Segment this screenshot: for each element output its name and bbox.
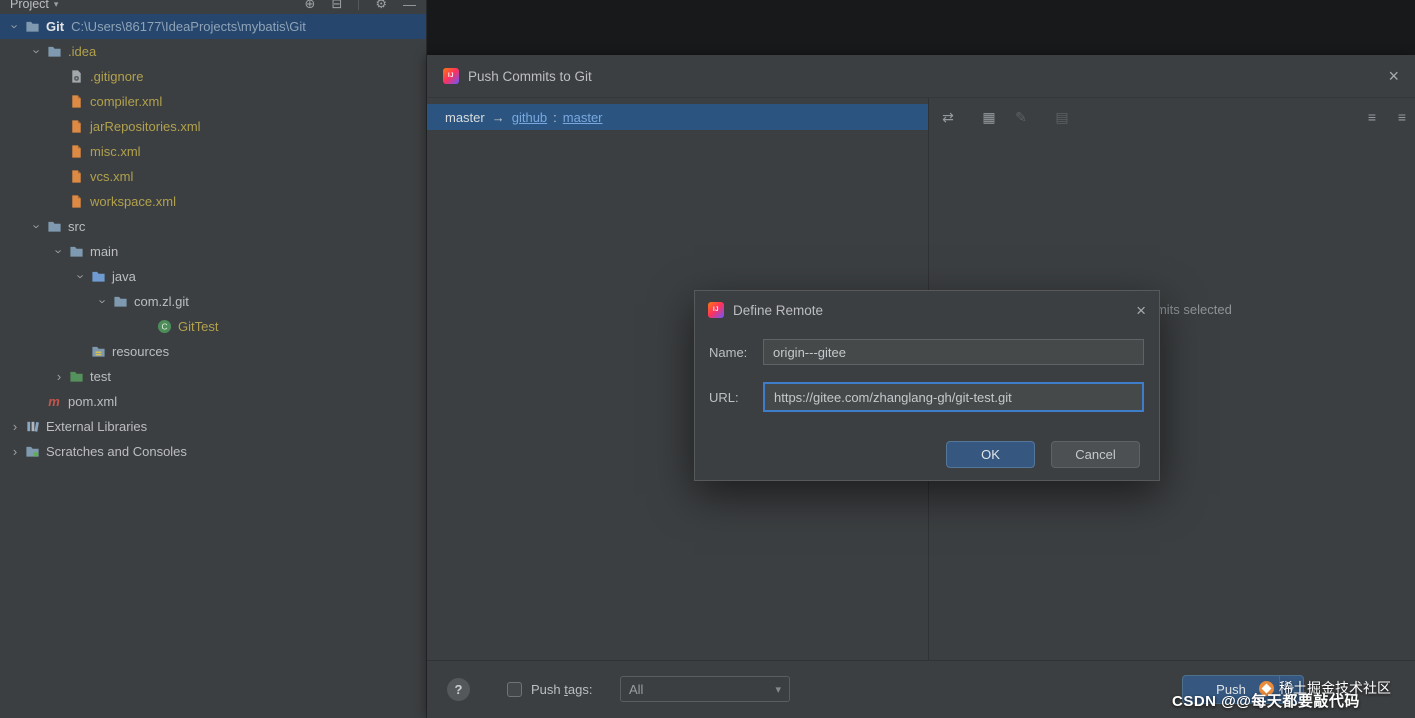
push-tags-checkbox[interactable]	[507, 682, 522, 697]
define-remote-titlebar[interactable]: IJ Define Remote ×	[695, 291, 1159, 329]
ok-button[interactable]: OK	[946, 441, 1035, 468]
package-folder-icon	[112, 294, 128, 310]
xml-file-icon	[68, 119, 84, 135]
close-icon[interactable]: ×	[1136, 302, 1146, 319]
toolbar-divider	[358, 0, 360, 10]
libraries-icon	[24, 419, 40, 435]
remote-branch-link[interactable]: master	[563, 110, 603, 125]
chevron-collapsed-icon[interactable]: ›	[50, 370, 68, 383]
chevron-expanded-icon[interactable]: ›	[72, 270, 90, 283]
resources-folder-icon	[90, 344, 106, 360]
project-tree: › Git C:\Users\86177\IdeaProjects\mybati…	[0, 14, 426, 464]
show-details-grid-icon[interactable]: ▦	[976, 104, 1002, 130]
annotate-icon[interactable]: ▤	[1049, 104, 1075, 130]
tree-item-external-libraries[interactable]: › External Libraries	[0, 414, 426, 439]
tree-item-gittest-class[interactable]: C GitTest	[0, 314, 426, 339]
project-root-folder-icon	[24, 19, 40, 35]
tree-item-package-com-zl-git[interactable]: › com.zl.git	[0, 289, 426, 314]
tree-item-jarrepositories-xml[interactable]: jarRepositories.xml	[0, 114, 426, 139]
tree-item-workspace-xml[interactable]: workspace.xml	[0, 189, 426, 214]
xml-file-icon	[68, 194, 84, 210]
locate-file-icon[interactable]: ⊕	[305, 0, 316, 12]
chevron-expanded-icon[interactable]: ›	[6, 20, 24, 33]
tree-item-pom-xml[interactable]: m pom.xml	[0, 389, 426, 414]
define-remote-title: Define Remote	[733, 302, 824, 318]
tree-item-scratches-and-consoles[interactable]: › Scratches and Consoles	[0, 439, 426, 464]
project-view-selector[interactable]: Project ▾	[10, 0, 58, 11]
local-branch-label: master	[445, 109, 485, 125]
screen: Project ▾ ⊕ ⊟ ⚙ — › Git C:\Users\86177\I…	[0, 0, 1415, 718]
project-root-name: Git	[46, 19, 65, 34]
test-root-folder-icon	[68, 369, 84, 385]
intellij-logo-icon: IJ	[708, 302, 724, 318]
define-remote-dialog: IJ Define Remote × Name: URL: OK Cancel	[694, 290, 1160, 481]
chevron-down-icon: ▾	[53, 0, 59, 9]
tree-item-compiler-xml[interactable]: compiler.xml	[0, 89, 426, 114]
remote-url-label: URL:	[709, 389, 739, 405]
push-tags-select-value: All	[629, 681, 644, 697]
svg-text:C: C	[161, 322, 167, 332]
chevron-collapsed-icon[interactable]: ›	[6, 445, 24, 458]
push-tags-select[interactable]: All ▾	[620, 676, 790, 702]
project-tool-window: Project ▾ ⊕ ⊟ ⚙ — › Git C:\Users\86177\I…	[0, 0, 427, 718]
remote-url-input[interactable]	[763, 382, 1144, 412]
chevron-expanded-icon[interactable]: ›	[28, 45, 46, 58]
compare-branches-icon[interactable]: ⇄	[935, 104, 961, 130]
push-dialog-titlebar: IJ Push Commits to Git ×	[427, 55, 1415, 98]
remote-name-label: Name:	[709, 344, 748, 360]
arrow-right-icon: →	[491, 109, 505, 125]
tree-item-idea-folder[interactable]: › .idea	[0, 39, 426, 64]
tree-item-test[interactable]: › test	[0, 364, 426, 389]
push-branch-row[interactable]: master → github : master	[427, 104, 928, 130]
project-panel-header: Project ▾ ⊕ ⊟ ⚙ —	[0, 0, 426, 13]
tree-item-gitignore[interactable]: .gitignore	[0, 64, 426, 89]
folder-icon	[68, 244, 84, 260]
xml-file-icon	[68, 144, 84, 160]
chevron-collapsed-icon[interactable]: ›	[6, 420, 24, 433]
project-panel-title: Project	[10, 0, 49, 11]
tree-item-misc-xml[interactable]: misc.xml	[0, 139, 426, 164]
scratches-folder-icon	[24, 444, 40, 460]
remote-name-input[interactable]	[763, 339, 1144, 365]
gitignore-file-icon	[68, 69, 84, 85]
folder-icon	[46, 44, 62, 60]
close-icon[interactable]: ×	[1388, 67, 1399, 85]
settings-gear-icon[interactable]: ⚙	[375, 0, 387, 12]
push-dialog-title: Push Commits to Git	[468, 68, 592, 84]
tree-item-vcs-xml[interactable]: vcs.xml	[0, 164, 426, 189]
maven-file-icon: m	[48, 394, 60, 409]
hide-panel-icon[interactable]: —	[403, 0, 416, 12]
folder-icon	[46, 219, 62, 235]
dialog-buttons: OK Cancel	[946, 441, 1140, 468]
tree-item-resources[interactable]: resources	[0, 339, 426, 364]
tree-item-java[interactable]: › java	[0, 264, 426, 289]
tree-item-main[interactable]: › main	[0, 239, 426, 264]
intellij-logo-icon: IJ	[443, 68, 459, 84]
remote-url-row: URL:	[709, 381, 1144, 413]
tree-item-git-root[interactable]: › Git C:\Users\86177\IdeaProjects\mybati…	[0, 14, 426, 39]
collapse-all-icon[interactable]: ⊟	[331, 0, 342, 12]
chevron-expanded-icon[interactable]: ›	[50, 245, 68, 258]
project-root-path: C:\Users\86177\IdeaProjects\mybatis\Git	[71, 19, 306, 34]
chevron-expanded-icon[interactable]: ›	[94, 295, 112, 308]
help-button[interactable]: ?	[447, 678, 470, 701]
class-icon: C	[156, 319, 172, 335]
expand-details-icon[interactable]: ≡	[1359, 104, 1385, 130]
remote-link[interactable]: github	[512, 110, 547, 125]
tree-item-src[interactable]: › src	[0, 214, 426, 239]
xml-file-icon	[68, 94, 84, 110]
collapse-details-icon[interactable]: ≡	[1389, 104, 1415, 130]
source-root-folder-icon	[90, 269, 106, 285]
cancel-button[interactable]: Cancel	[1051, 441, 1140, 468]
chevron-down-icon: ▾	[775, 683, 781, 696]
push-tags-label: Push tags:	[531, 682, 593, 697]
csdn-watermark-text: CSDN @@每天都要敲代码	[1172, 693, 1360, 710]
edit-icon[interactable]: ✎	[1008, 104, 1034, 130]
chevron-expanded-icon[interactable]: ›	[28, 220, 46, 233]
xml-file-icon	[68, 169, 84, 185]
remote-name-row: Name:	[709, 337, 1144, 367]
branch-separator: :	[553, 109, 557, 125]
